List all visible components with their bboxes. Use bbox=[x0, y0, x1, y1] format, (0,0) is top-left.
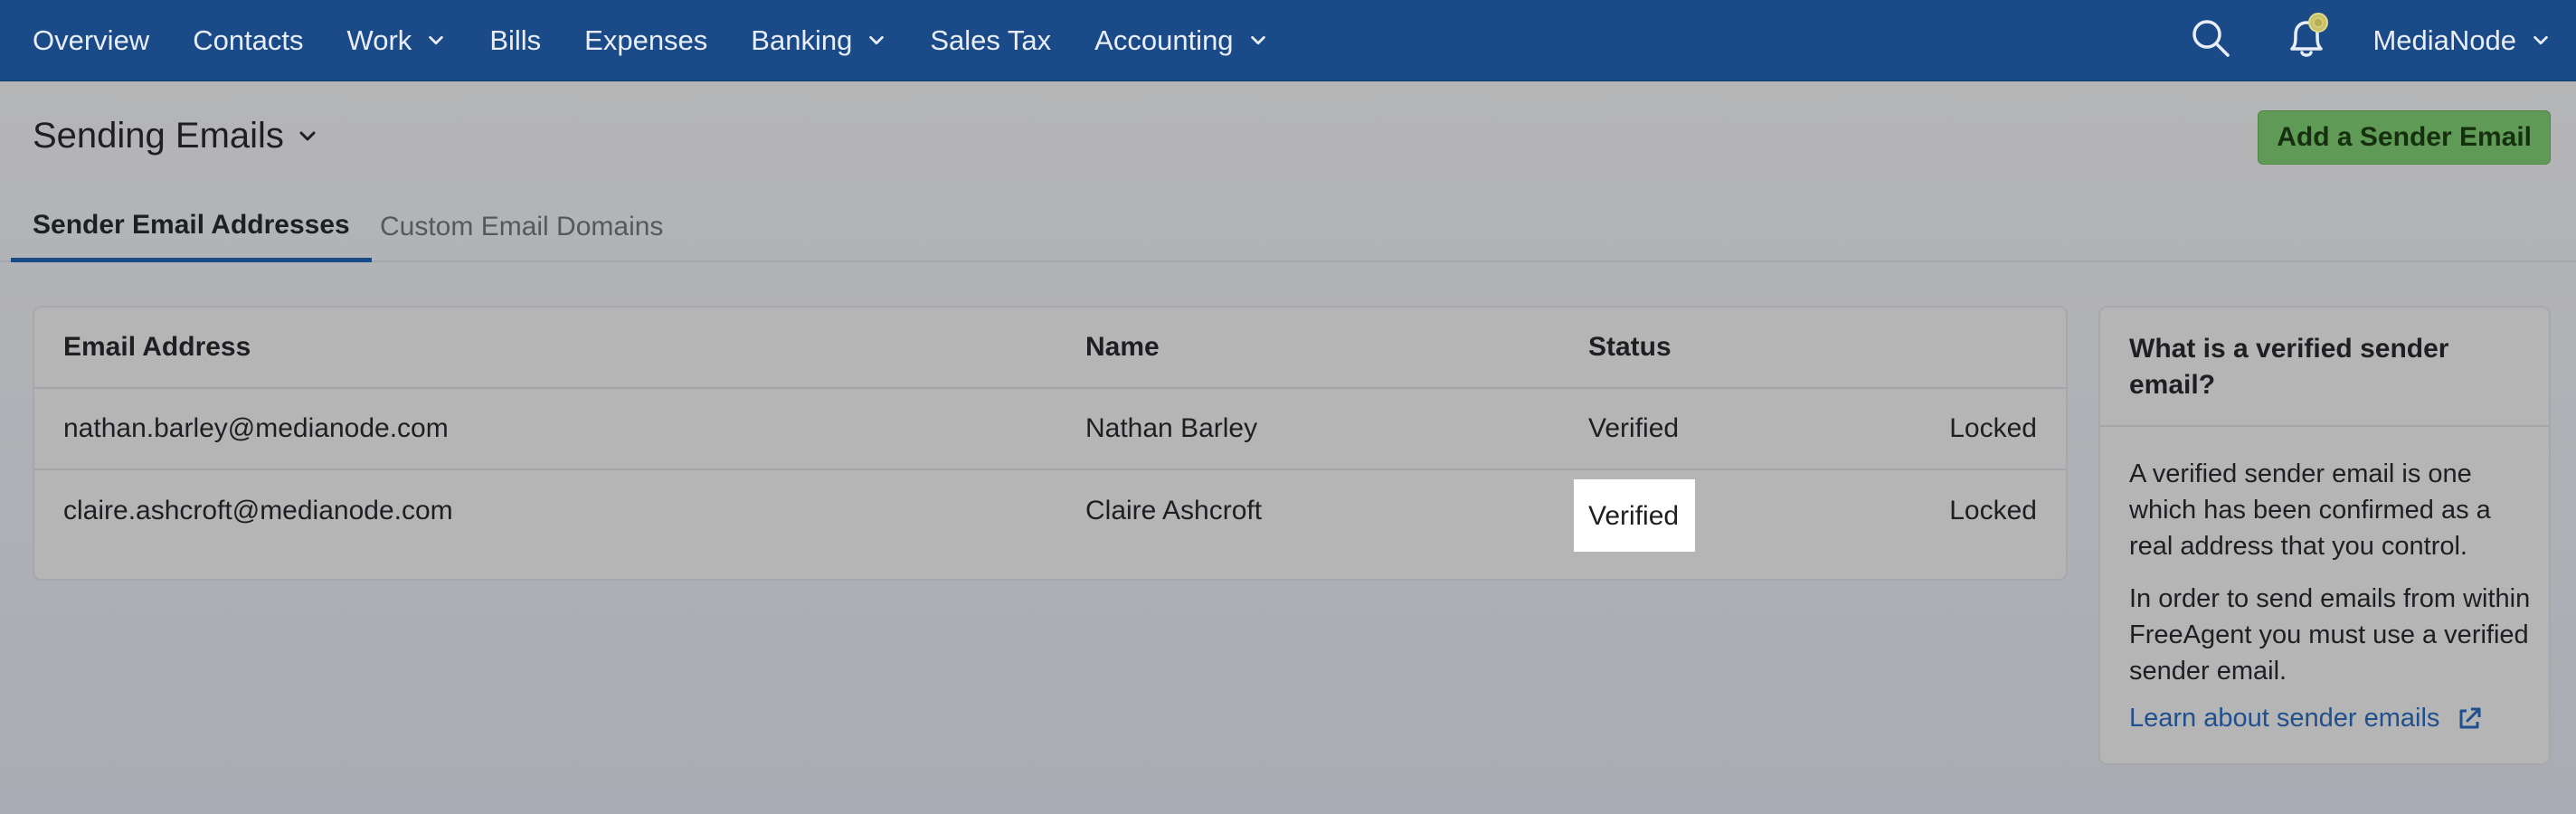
nav-item-work[interactable]: Work bbox=[347, 0, 447, 80]
nav-item-bills[interactable]: Bills bbox=[489, 0, 541, 80]
account-menu[interactable]: MediaNode bbox=[2372, 0, 2551, 81]
name-cell: Nathan Barley bbox=[1085, 413, 1258, 443]
top-navigation-bar: Overview Contacts Work Bills Expenses Ba… bbox=[0, 0, 2576, 81]
search-button[interactable] bbox=[2189, 16, 2232, 60]
tab-custom-email-domains[interactable]: Custom Email Domains bbox=[380, 192, 663, 262]
nav-item-label: Overview bbox=[33, 24, 150, 56]
search-icon bbox=[2192, 20, 2230, 57]
page-title-dropdown[interactable]: Sending Emails bbox=[33, 116, 318, 156]
nav-item-banking[interactable]: Banking bbox=[751, 0, 886, 80]
status-text: Verified bbox=[1588, 501, 1680, 531]
tab-label: Sender Email Addresses bbox=[33, 209, 350, 240]
sender-emails-table: Email Address Name Status nathan.barley@… bbox=[33, 306, 2068, 581]
locked-label: Locked bbox=[1949, 496, 2037, 525]
nav-menu: Overview Contacts Work Bills Expenses Ba… bbox=[0, 0, 1312, 80]
nav-item-contacts[interactable]: Contacts bbox=[193, 0, 303, 80]
nav-item-overview[interactable]: Overview bbox=[33, 0, 149, 80]
nav-item-label: Work bbox=[346, 24, 412, 56]
table-header-row: Email Address Name Status bbox=[34, 308, 2066, 389]
locked-label: Locked bbox=[1949, 413, 2037, 443]
help-paragraph: A verified sender email is one which has… bbox=[2129, 459, 2491, 561]
column-header-email: Email Address bbox=[63, 332, 251, 362]
add-sender-email-button[interactable]: Add a Sender Email bbox=[2258, 110, 2551, 165]
email-cell: claire.ashcroft@medianode.com bbox=[63, 496, 453, 525]
help-paragraph: In order to send emails from within Free… bbox=[2129, 584, 2531, 686]
column-header-name: Name bbox=[1085, 332, 1160, 362]
nav-item-label: Accounting bbox=[1094, 24, 1234, 56]
tab-label: Custom Email Domains bbox=[380, 212, 664, 241]
learn-about-sender-emails-link[interactable]: Learn about sender emails bbox=[2129, 704, 2483, 734]
nav-item-label: Expenses bbox=[584, 24, 708, 56]
external-link-icon bbox=[2459, 707, 2481, 728]
help-panel: What is a verified sender email? A verif… bbox=[2098, 306, 2551, 765]
nav-item-label: Banking bbox=[751, 24, 853, 56]
table-row[interactable]: nathan.barley@medianode.com Nathan Barle… bbox=[34, 389, 2066, 470]
chevron-down-icon bbox=[869, 35, 885, 44]
nav-item-accounting[interactable]: Accounting bbox=[1094, 0, 1267, 80]
chevron-down-icon bbox=[299, 131, 316, 140]
name-cell: Claire Ashcroft bbox=[1085, 496, 1263, 525]
link-label: Learn about sender emails bbox=[2129, 704, 2440, 733]
email-cell: nathan.barley@medianode.com bbox=[63, 413, 449, 443]
column-header-status: Status bbox=[1588, 332, 1672, 362]
divider bbox=[2100, 425, 2549, 427]
nav-item-label: Sales Tax bbox=[930, 24, 1052, 56]
chevron-down-icon bbox=[2533, 35, 2548, 45]
chevron-down-icon bbox=[1250, 35, 1265, 44]
nav-item-expenses[interactable]: Expenses bbox=[584, 0, 707, 80]
status-cell: Verified bbox=[1588, 413, 1680, 443]
page-title: Sending Emails bbox=[33, 116, 284, 156]
page: Overview Contacts Work Bills Expenses Ba… bbox=[0, 0, 2576, 814]
notifications-button[interactable] bbox=[2279, 9, 2334, 63]
nav-item-label: Contacts bbox=[193, 24, 304, 56]
help-title: What is a verified sender email? bbox=[2129, 334, 2449, 400]
tab-sender-email-addresses[interactable]: Sender Email Addresses bbox=[11, 192, 372, 262]
notification-bell-icon bbox=[2290, 13, 2328, 57]
status-cell-highlighted[interactable]: Verified bbox=[1574, 479, 1695, 552]
table-row[interactable]: claire.ashcroft@medianode.com Claire Ash… bbox=[34, 470, 2066, 552]
nav-item-sales-tax[interactable]: Sales Tax bbox=[930, 0, 1051, 80]
nav-item-label: Bills bbox=[489, 24, 542, 56]
account-name: MediaNode bbox=[2372, 24, 2516, 56]
tab-bar: Sender Email Addresses Custom Email Doma… bbox=[0, 192, 2576, 262]
chevron-down-icon bbox=[429, 35, 444, 44]
